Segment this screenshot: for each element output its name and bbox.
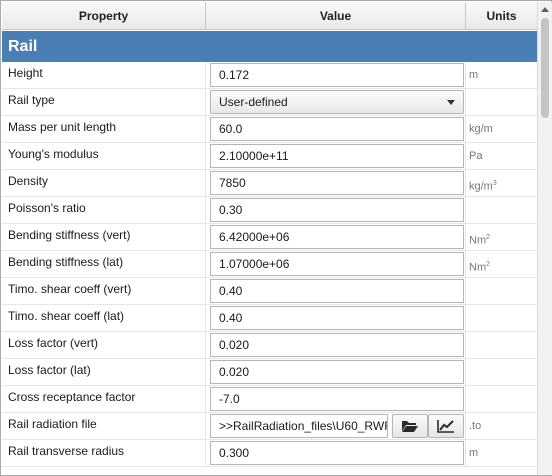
rail-type-dropdown[interactable]: User-defined bbox=[210, 90, 464, 114]
unit-exponent: 3 bbox=[492, 180, 497, 187]
row-cross-receptance-factor: Cross receptance factor -7.0 bbox=[2, 386, 537, 413]
property-label: Loss factor (vert) bbox=[2, 332, 206, 358]
unit-label: Pa bbox=[469, 150, 483, 162]
row-mass-per-unit-length: Mass per unit length 60.0 kg/m bbox=[2, 116, 537, 143]
unit-base: kg/m bbox=[469, 180, 493, 193]
poissons-ratio-input[interactable]: 0.30 bbox=[210, 198, 464, 222]
property-label: Cross receptance factor bbox=[2, 386, 206, 412]
line-chart-icon bbox=[437, 420, 454, 433]
bending-stiffness-vert-input[interactable]: 6.42000e+06 bbox=[210, 225, 464, 249]
folder-open-icon bbox=[402, 421, 418, 432]
unit-label: kg/m3 bbox=[466, 170, 537, 196]
rail-type-selected: User-defined bbox=[219, 95, 288, 109]
unit-label: m bbox=[469, 447, 479, 459]
row-bending-stiffness-vert: Bending stiffness (vert) 6.42000e+06 Nm2 bbox=[2, 224, 537, 251]
loss-factor-lat-input[interactable]: 0.020 bbox=[210, 360, 464, 384]
row-poissons-ratio: Poisson's ratio 0.30 bbox=[2, 197, 537, 224]
property-label: Bending stiffness (lat) bbox=[2, 251, 206, 277]
unit-label bbox=[466, 197, 537, 223]
grid-header: Property Value Units bbox=[2, 2, 537, 30]
row-density: Density 7850 kg/m3 bbox=[2, 170, 537, 197]
unit-label: kg/m bbox=[469, 123, 493, 135]
row-rail-radiation-file: Rail radiation file >>RailRadiation_file… bbox=[2, 413, 537, 440]
unit-label bbox=[466, 278, 537, 304]
unit-exponent: 2 bbox=[486, 261, 491, 268]
unit-label bbox=[466, 89, 537, 115]
column-header-units[interactable]: Units bbox=[466, 2, 537, 30]
property-label: Mass per unit length bbox=[2, 116, 206, 142]
timo-shear-coeff-lat-input[interactable]: 0.40 bbox=[210, 306, 464, 330]
unit-label: m bbox=[469, 69, 479, 81]
row-loss-factor-lat: Loss factor (lat) 0.020 bbox=[2, 359, 537, 386]
scrollbar-thumb[interactable] bbox=[541, 18, 549, 118]
plot-button[interactable] bbox=[428, 414, 464, 438]
property-label: Loss factor (lat) bbox=[2, 359, 206, 385]
row-bending-stiffness-lat: Bending stiffness (lat) 1.07000e+06 Nm2 bbox=[2, 251, 537, 278]
row-rail-transverse-radius: Rail transverse radius 0.300 m bbox=[2, 440, 537, 467]
row-loss-factor-vert: Loss factor (vert) 0.020 bbox=[2, 332, 537, 359]
cross-receptance-factor-input[interactable]: -7.0 bbox=[210, 387, 464, 411]
property-label: Rail type bbox=[2, 89, 206, 115]
unit-label bbox=[466, 386, 537, 412]
rail-radiation-file-input[interactable]: >>RailRadiation_files\U60_RWF bbox=[210, 414, 388, 438]
height-input[interactable]: 0.172 bbox=[210, 63, 464, 87]
density-input[interactable]: 7850 bbox=[210, 171, 464, 195]
rail-transverse-radius-input[interactable]: 0.300 bbox=[210, 441, 464, 465]
property-label: Young's modulus bbox=[2, 143, 206, 169]
section-header-rail: Rail bbox=[2, 31, 537, 62]
unit-label bbox=[466, 332, 537, 358]
property-label: Timo. shear coeff (vert) bbox=[2, 278, 206, 304]
unit-label: Nm2 bbox=[466, 251, 537, 277]
column-header-property[interactable]: Property bbox=[2, 2, 206, 30]
open-file-button[interactable] bbox=[392, 414, 428, 438]
bending-stiffness-lat-input[interactable]: 1.07000e+06 bbox=[210, 252, 464, 276]
column-header-value[interactable]: Value bbox=[206, 2, 466, 30]
property-grid: Property Value Units Rail Height 0.172 m… bbox=[0, 0, 552, 476]
mass-per-unit-length-input[interactable]: 60.0 bbox=[210, 117, 464, 141]
property-label: Height bbox=[2, 62, 206, 88]
property-label: Rail transverse radius bbox=[2, 440, 206, 466]
loss-factor-vert-input[interactable]: 0.020 bbox=[210, 333, 464, 357]
unit-label bbox=[466, 305, 537, 331]
property-label: Density bbox=[2, 170, 206, 196]
row-height: Height 0.172 m bbox=[2, 62, 537, 89]
property-label: Rail radiation file bbox=[2, 413, 206, 439]
row-youngs-modulus: Young's modulus 2.10000e+11 Pa bbox=[2, 143, 537, 170]
unit-label: .to bbox=[469, 420, 482, 432]
unit-base: Nm bbox=[469, 261, 487, 274]
unit-base: Nm bbox=[469, 234, 487, 247]
vertical-scrollbar[interactable] bbox=[537, 2, 552, 475]
unit-label: Nm2 bbox=[466, 224, 537, 250]
chevron-down-icon bbox=[447, 100, 455, 105]
row-timo-shear-coeff-lat: Timo. shear coeff (lat) 0.40 bbox=[2, 305, 537, 332]
row-rail-type: Rail type User-defined bbox=[2, 89, 537, 116]
unit-label bbox=[466, 359, 537, 385]
property-label: Poisson's ratio bbox=[2, 197, 206, 223]
unit-exponent: 2 bbox=[486, 234, 491, 241]
property-label: Timo. shear coeff (lat) bbox=[2, 305, 206, 331]
row-timo-shear-coeff-vert: Timo. shear coeff (vert) 0.40 bbox=[2, 278, 537, 305]
timo-shear-coeff-vert-input[interactable]: 0.40 bbox=[210, 279, 464, 303]
scroll-up-arrow-icon[interactable] bbox=[541, 7, 549, 12]
youngs-modulus-input[interactable]: 2.10000e+11 bbox=[210, 144, 464, 168]
property-rows: Height 0.172 m Rail type User-defined Ma… bbox=[2, 62, 537, 467]
property-label: Bending stiffness (vert) bbox=[2, 224, 206, 250]
